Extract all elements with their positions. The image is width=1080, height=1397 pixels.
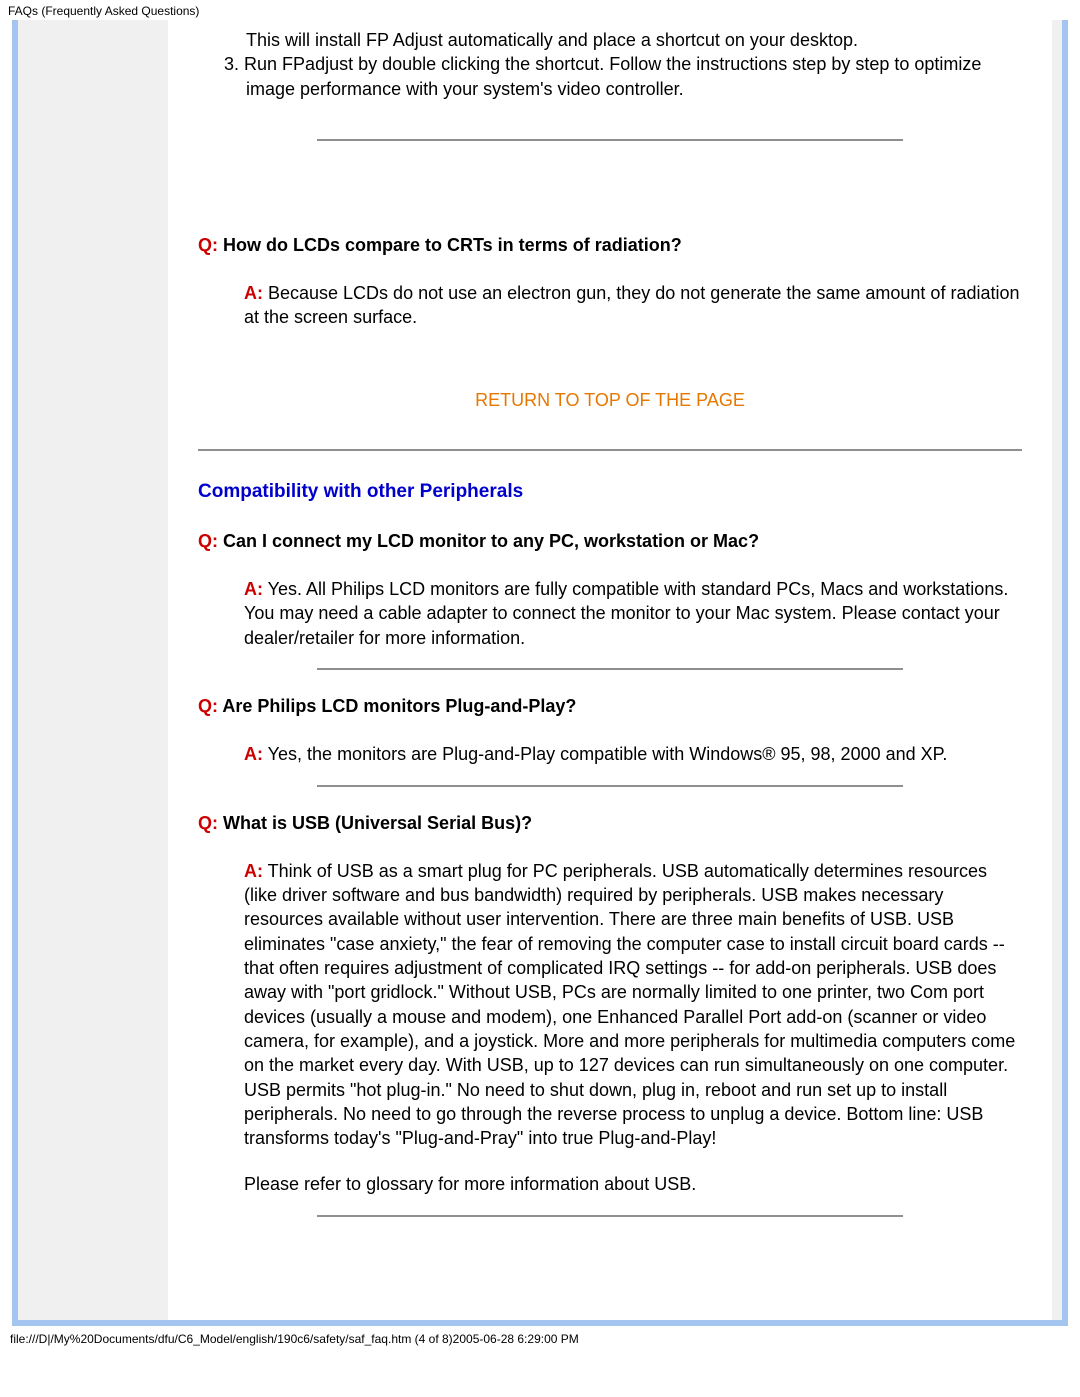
q-text: How do LCDs compare to CRTs in terms of … (218, 235, 682, 255)
list-item: 3. Run FPadjust by double clicking the s… (246, 52, 1022, 101)
divider (317, 668, 902, 670)
q-label: Q: (198, 235, 218, 255)
faq-answer-extra: Please refer to glossary for more inform… (244, 1172, 1022, 1196)
list-text: Run FPadjust by double clicking the shor… (244, 54, 981, 98)
page-footer-path: file:///D|/My%20Documents/dfu/C6_Model/e… (0, 1326, 1080, 1352)
a-label: A: (244, 283, 263, 303)
return-to-top-link[interactable]: RETURN TO TOP OF THE PAGE (198, 390, 1022, 411)
list-text: This will install FP Adjust automaticall… (246, 30, 858, 50)
divider (317, 1215, 902, 1217)
q-label: Q: (198, 531, 218, 551)
divider (317, 785, 902, 787)
q-label: Q: (198, 696, 218, 716)
divider (317, 139, 902, 141)
faq-answer: A: Yes. All Philips LCD monitors are ful… (244, 577, 1022, 650)
section-heading: Compatibility with other Peripherals (198, 481, 1022, 503)
faq-question: Q: Can I connect my LCD monitor to any P… (198, 529, 1022, 553)
a-text: Think of USB as a smart plug for PC peri… (244, 861, 1015, 1148)
a-label: A: (244, 861, 263, 881)
page-border: This will install FP Adjust automaticall… (12, 20, 1068, 1326)
a-label: A: (244, 579, 263, 599)
q-label: Q: (198, 813, 218, 833)
a-label: A: (244, 744, 263, 764)
section-divider (198, 449, 1022, 451)
page-header-path: FAQs (Frequently Asked Questions) (0, 0, 1080, 20)
content-area: This will install FP Adjust automaticall… (18, 20, 1062, 1320)
faq-question: Q: Are Philips LCD monitors Plug-and-Pla… (198, 694, 1022, 718)
faq-answer: A: Think of USB as a smart plug for PC p… (244, 859, 1022, 1151)
a-text: Yes, the monitors are Plug-and-Play comp… (263, 744, 947, 764)
faq-answer: A: Because LCDs do not use an electron g… (244, 281, 1022, 330)
faq-answer: A: Yes, the monitors are Plug-and-Play c… (244, 742, 1022, 766)
main-content: This will install FP Adjust automaticall… (168, 20, 1052, 1320)
q-text: Can I connect my LCD monitor to any PC, … (218, 531, 759, 551)
faq-question: Q: What is USB (Universal Serial Bus)? (198, 811, 1022, 835)
faq-question: Q: How do LCDs compare to CRTs in terms … (198, 233, 1022, 257)
q-text: Are Philips LCD monitors Plug-and-Play? (218, 696, 576, 716)
list-item: This will install FP Adjust automaticall… (246, 28, 1022, 52)
a-text: Yes. All Philips LCD monitors are fully … (244, 579, 1008, 648)
numbered-list: This will install FP Adjust automaticall… (198, 28, 1022, 101)
list-number: 3. (224, 54, 239, 74)
q-text: What is USB (Universal Serial Bus)? (218, 813, 532, 833)
a-text: Because LCDs do not use an electron gun,… (244, 283, 1020, 327)
